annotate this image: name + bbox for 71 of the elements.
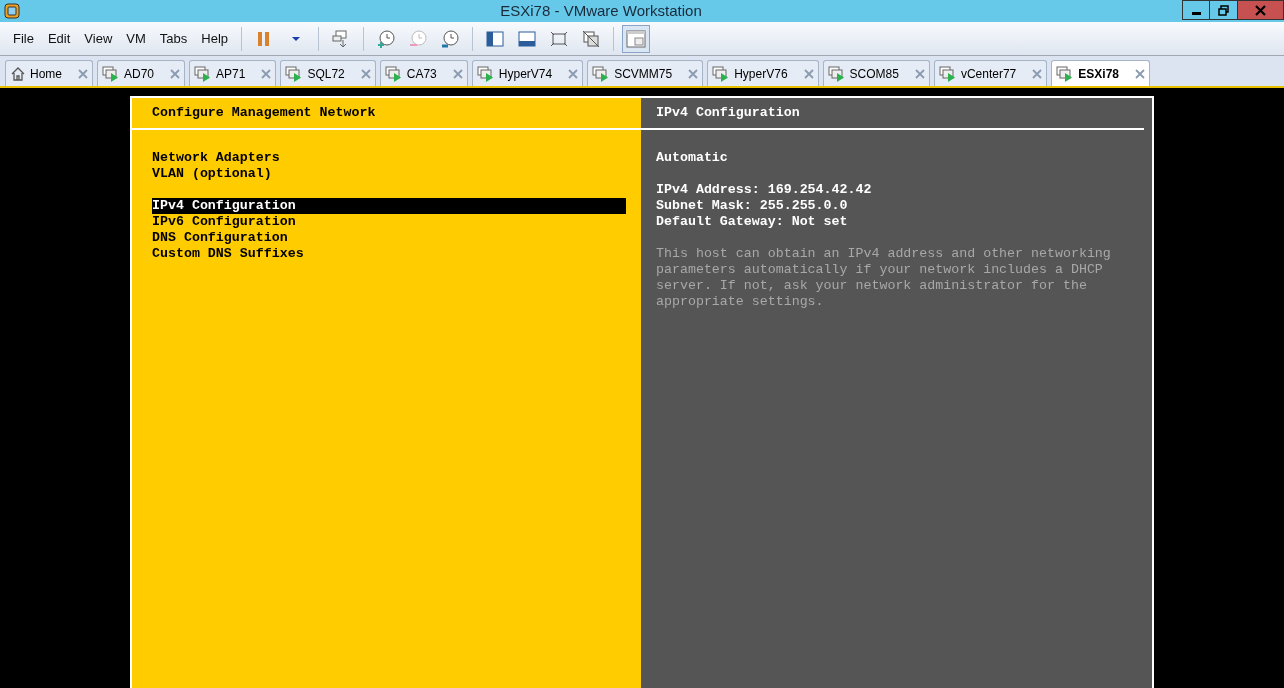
vm-play-icon (938, 65, 957, 82)
close-icon[interactable] (1135, 68, 1145, 79)
close-icon[interactable] (78, 68, 88, 79)
vm-play-icon (592, 65, 611, 82)
menu-item[interactable]: Tabs (154, 28, 193, 49)
tab[interactable]: SCVMM75 (587, 60, 704, 86)
tab[interactable]: vCenter77 (933, 60, 1048, 86)
tab[interactable]: AP71 (189, 60, 277, 86)
close-icon[interactable] (803, 68, 814, 79)
close-icon (1255, 4, 1266, 16)
tab[interactable]: HyperV76 (707, 60, 819, 86)
tab-label: HyperV74 (498, 65, 553, 83)
config-mode: Automatic (656, 150, 729, 166)
close-icon[interactable] (688, 68, 699, 79)
tab[interactable]: CA73 (379, 60, 468, 86)
menu-item[interactable]: Help (196, 28, 234, 49)
tab-label: SCOM85 (849, 65, 899, 83)
tab-label: AD70 (124, 65, 155, 83)
vm-play-icon (102, 65, 120, 82)
panel-title: IPv4 Configuration (656, 105, 800, 121)
close-icon[interactable] (1032, 68, 1043, 79)
window-title: ESXi78 - VMware Workstation (499, 0, 703, 21)
tab[interactable]: Home (5, 60, 93, 86)
menu-option[interactable]: IPv6 Configuration (152, 214, 626, 230)
close-icon[interactable] (170, 68, 181, 79)
vm-play-icon (476, 65, 495, 82)
tab[interactable]: ESXi78 (1051, 60, 1150, 86)
tab[interactable]: SQL72 (280, 60, 376, 86)
menu-option[interactable]: DNS Configuration (152, 230, 626, 246)
console-view-button[interactable] (622, 24, 651, 53)
panel-title: Configure Management Network (152, 105, 376, 121)
restore-button[interactable] (1210, 0, 1238, 20)
menu-item[interactable]: VM (121, 28, 151, 49)
vm-play-icon (827, 65, 846, 82)
close-icon[interactable] (568, 68, 579, 79)
close-icon[interactable] (914, 68, 925, 79)
config-detail: Subnet Mask: 255.255.0.0 (656, 198, 849, 214)
config-detail: IPv4 Address: 169.254.42.42 (656, 182, 873, 198)
menu-option[interactable]: Network Adapters (152, 150, 626, 166)
minimize-button[interactable] (1182, 0, 1210, 20)
menu-item[interactable]: File (8, 28, 39, 49)
menu-item[interactable]: View (79, 28, 118, 49)
vm-play-icon (712, 65, 731, 82)
vm-play-icon (285, 65, 304, 82)
tab-label: HyperV76 (734, 65, 788, 83)
tab-label: SCVMM75 (614, 65, 673, 83)
close-icon[interactable] (452, 68, 463, 79)
vm-play-icon (384, 65, 403, 82)
config-detail: Default Gateway: Not set (656, 214, 849, 230)
close-icon[interactable] (261, 68, 272, 79)
menu-option[interactable]: VLAN (optional) (152, 166, 626, 182)
tab-label: vCenter77 (960, 65, 1017, 83)
tab[interactable]: SCOM85 (822, 60, 930, 86)
vm-play-icon (194, 65, 213, 82)
tab-label: ESXi78 (1078, 65, 1119, 83)
vm-play-icon (1056, 65, 1075, 82)
description-text: This host can obtain an IPv4 address and other networking parameters automatically if your network includes a DHCP server. If not, ask your network administrator for the appropriate settings. (656, 246, 1112, 310)
tab-label: SQL72 (307, 65, 345, 83)
app-icon (4, 3, 20, 19)
menu-item[interactable]: Edit (42, 28, 76, 49)
menu-option[interactable]: Custom DNS Suffixes (152, 246, 626, 262)
home-icon (10, 65, 26, 82)
tab-label: AP71 (216, 65, 246, 83)
close-button[interactable] (1238, 0, 1284, 20)
tab[interactable]: HyperV74 (471, 60, 584, 86)
close-icon[interactable] (360, 68, 371, 79)
menu-option[interactable]: IPv4 Configuration (152, 198, 626, 214)
tab-label: CA73 (406, 65, 437, 83)
tab[interactable]: AD70 (97, 60, 186, 86)
restore-icon (1218, 4, 1229, 16)
tab-label: Home (30, 65, 62, 83)
